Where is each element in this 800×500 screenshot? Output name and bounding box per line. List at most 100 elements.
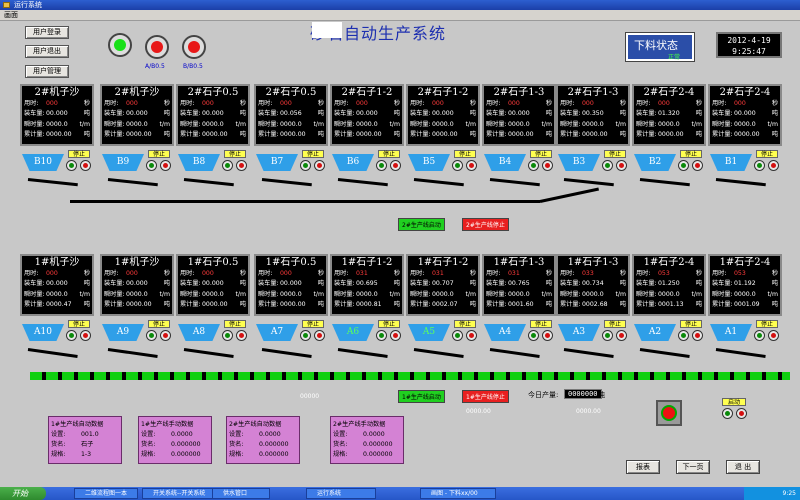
row-value: 031 bbox=[356, 270, 368, 277]
run-dot[interactable] bbox=[602, 160, 613, 171]
start-stop-dot[interactable] bbox=[736, 408, 747, 419]
run-dot[interactable] bbox=[376, 330, 387, 341]
taskbar-item-4[interactable]: 运行系统 bbox=[306, 488, 376, 499]
top-run-control-2[interactable]: 停止 bbox=[144, 150, 174, 176]
panel-row-total: 累计量: 0002.07 吨 bbox=[408, 300, 478, 310]
stop-dot[interactable] bbox=[236, 330, 247, 341]
stop-dot[interactable] bbox=[160, 330, 171, 341]
line1-stop-button[interactable]: 1#生产线停止 bbox=[462, 390, 509, 403]
stop-dot[interactable] bbox=[390, 160, 401, 171]
stop-dot[interactable] bbox=[692, 160, 703, 171]
bottom-run-control-10[interactable]: 停止 bbox=[752, 320, 782, 346]
run-dot[interactable] bbox=[602, 330, 613, 341]
stop-dot[interactable] bbox=[692, 330, 703, 341]
run-dot[interactable] bbox=[452, 160, 463, 171]
taskbar-item-2[interactable]: 开关系统--开关系统 bbox=[142, 488, 216, 499]
run-dot[interactable] bbox=[300, 330, 311, 341]
taskbar: 开始 二维流程图一本 开关系统--开关系统 供水管口 运行系统 画图 - 下料xx/00… bbox=[0, 487, 800, 500]
panel-row-time: 用时: 053 秒 bbox=[634, 269, 704, 279]
row-label: 装车量: bbox=[334, 110, 355, 118]
run-dot[interactable] bbox=[146, 330, 157, 341]
top-run-control-8[interactable]: 停止 bbox=[600, 150, 630, 176]
panel-row-load: 装车量: 01.320 吨 bbox=[634, 109, 704, 119]
stop-dot[interactable] bbox=[160, 160, 171, 171]
start-control[interactable]: 启动 bbox=[720, 398, 748, 424]
bottom-run-control-4[interactable]: 停止 bbox=[298, 320, 328, 346]
stop-dot[interactable] bbox=[80, 160, 91, 171]
panel-row-rate: 瞬时量: 0000.0 t/m bbox=[178, 290, 248, 300]
stop-dot[interactable] bbox=[542, 330, 553, 341]
row-label: 瞬时量: bbox=[636, 290, 657, 298]
top-run-control-1[interactable]: 停止 bbox=[64, 150, 94, 176]
run-dot[interactable] bbox=[678, 160, 689, 171]
menu-item-screen[interactable]: 画面 bbox=[4, 11, 18, 19]
row-value: 031 bbox=[432, 270, 444, 277]
bottom-run-control-2[interactable]: 停止 bbox=[144, 320, 174, 346]
top-run-control-6[interactable]: 停止 bbox=[450, 150, 480, 176]
top-run-control-9[interactable]: 停止 bbox=[676, 150, 706, 176]
bottom-feeder-conveyor-10 bbox=[715, 348, 766, 358]
taskbar-item-3[interactable]: 供水管口 bbox=[212, 488, 270, 499]
row-unit: 秒 bbox=[393, 270, 400, 277]
bottom-run-control-6[interactable]: 停止 bbox=[450, 320, 480, 346]
line1-start-button[interactable]: 1#生产线启动 bbox=[398, 390, 445, 403]
run-dot[interactable] bbox=[66, 160, 77, 171]
stop-dot[interactable] bbox=[542, 160, 553, 171]
run-dot[interactable] bbox=[678, 330, 689, 341]
stop-dot[interactable] bbox=[314, 160, 325, 171]
stop-dot[interactable] bbox=[390, 330, 401, 341]
start-run-dot[interactable] bbox=[722, 408, 733, 419]
bottom-run-control-8[interactable]: 停止 bbox=[600, 320, 630, 346]
run-dot[interactable] bbox=[754, 330, 765, 341]
run-dot[interactable] bbox=[300, 160, 311, 171]
emergency-button[interactable] bbox=[656, 400, 682, 426]
run-dot[interactable] bbox=[376, 160, 387, 171]
taskbar-item-5[interactable]: 画图 - 下料xx/00 bbox=[420, 488, 496, 499]
line2-stop-button[interactable]: 2#生产线停止 bbox=[462, 218, 509, 231]
start-menu-button[interactable]: 开始 bbox=[0, 487, 46, 500]
window-title: 运行系统 bbox=[14, 1, 42, 9]
run-dot[interactable] bbox=[146, 160, 157, 171]
next-page-button[interactable]: 下一页 bbox=[676, 460, 710, 474]
run-dot[interactable] bbox=[754, 160, 765, 171]
panel-row-total: 累计量: 0000.00 吨 bbox=[634, 130, 704, 140]
stop-dot[interactable] bbox=[314, 330, 325, 341]
side-button-2[interactable]: 用户退出 bbox=[25, 45, 69, 58]
side-button-3[interactable]: 用户管理 bbox=[25, 65, 69, 78]
stop-dot[interactable] bbox=[616, 330, 627, 341]
run-dot[interactable] bbox=[66, 330, 77, 341]
bottom-run-control-5[interactable]: 停止 bbox=[374, 320, 404, 346]
bottom-run-control-1[interactable]: 停止 bbox=[64, 320, 94, 346]
top-run-control-7[interactable]: 停止 bbox=[526, 150, 556, 176]
top-run-control-10[interactable]: 停止 bbox=[752, 150, 782, 176]
stop-dot[interactable] bbox=[466, 160, 477, 171]
stop-dot[interactable] bbox=[768, 330, 779, 341]
exit-button[interactable]: 退 出 bbox=[726, 460, 760, 474]
stop-dot[interactable] bbox=[768, 160, 779, 171]
bottom-panel-7: 1#石子1-3 用时: 031 秒装车量: 00.765 吨瞬时量: 0000.0 t/m 累计… bbox=[482, 254, 556, 316]
bottom-run-control-3[interactable]: 停止 bbox=[220, 320, 250, 346]
taskbar-item-1[interactable]: 二维流程图一本 bbox=[74, 488, 138, 499]
line2-start-button[interactable]: 2#生产线启动 bbox=[398, 218, 445, 231]
stop-dot[interactable] bbox=[466, 330, 477, 341]
run-dot[interactable] bbox=[452, 330, 463, 341]
stop-label: 停止 bbox=[302, 150, 324, 158]
stop-dot[interactable] bbox=[80, 330, 91, 341]
row-label: 装车量: bbox=[486, 110, 507, 118]
top-run-control-4[interactable]: 停止 bbox=[298, 150, 328, 176]
row-label: 装车量: bbox=[636, 110, 657, 118]
stop-dot[interactable] bbox=[616, 160, 627, 171]
run-dot[interactable] bbox=[222, 160, 233, 171]
top-run-control-5[interactable]: 停止 bbox=[374, 150, 404, 176]
run-dot[interactable] bbox=[528, 330, 539, 341]
row-value: 0000.0 bbox=[508, 290, 530, 298]
run-dot[interactable] bbox=[528, 160, 539, 171]
side-button-1[interactable]: 用户登录 bbox=[25, 26, 69, 39]
top-feeder-conveyor-6 bbox=[413, 178, 464, 187]
report-button[interactable]: 报表 bbox=[626, 460, 660, 474]
top-run-control-3[interactable]: 停止 bbox=[220, 150, 250, 176]
stop-dot[interactable] bbox=[236, 160, 247, 171]
run-dot[interactable] bbox=[222, 330, 233, 341]
bottom-run-control-9[interactable]: 停止 bbox=[676, 320, 706, 346]
bottom-run-control-7[interactable]: 停止 bbox=[526, 320, 556, 346]
